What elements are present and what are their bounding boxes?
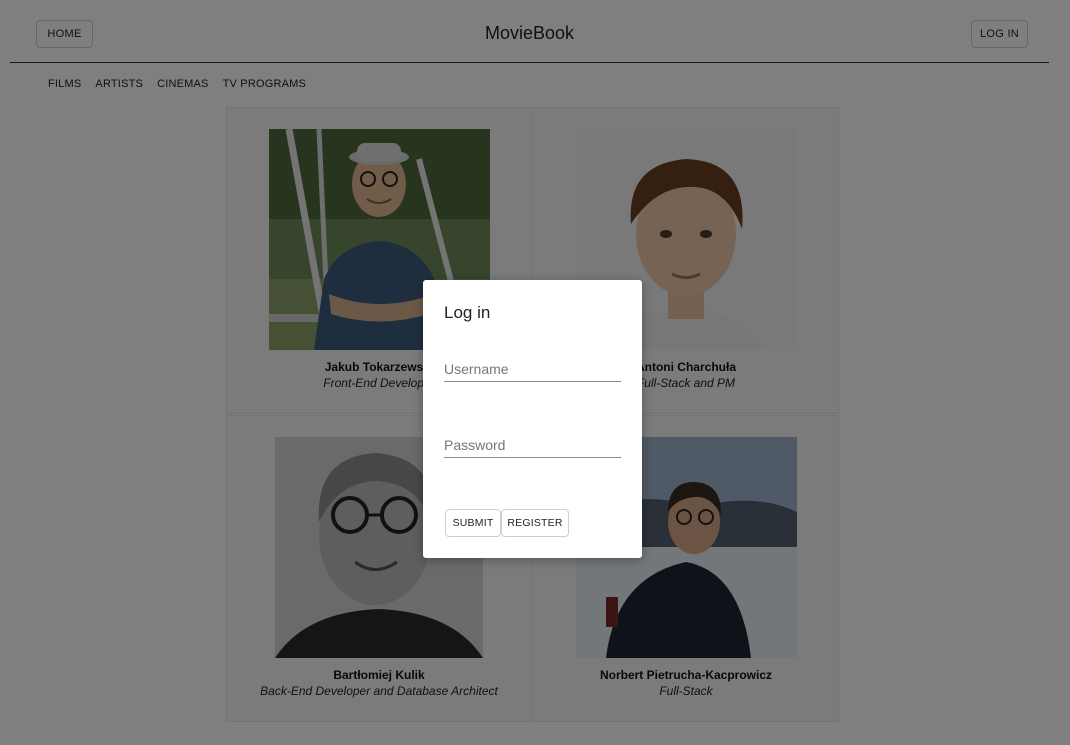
username-input[interactable] (444, 356, 621, 382)
password-input[interactable] (444, 432, 621, 458)
submit-button[interactable]: SUBMIT (445, 509, 501, 537)
dialog-title: Log in (444, 303, 491, 322)
register-button[interactable]: REGISTER (501, 509, 569, 537)
login-dialog: Log in SUBMIT REGISTER (423, 280, 642, 558)
